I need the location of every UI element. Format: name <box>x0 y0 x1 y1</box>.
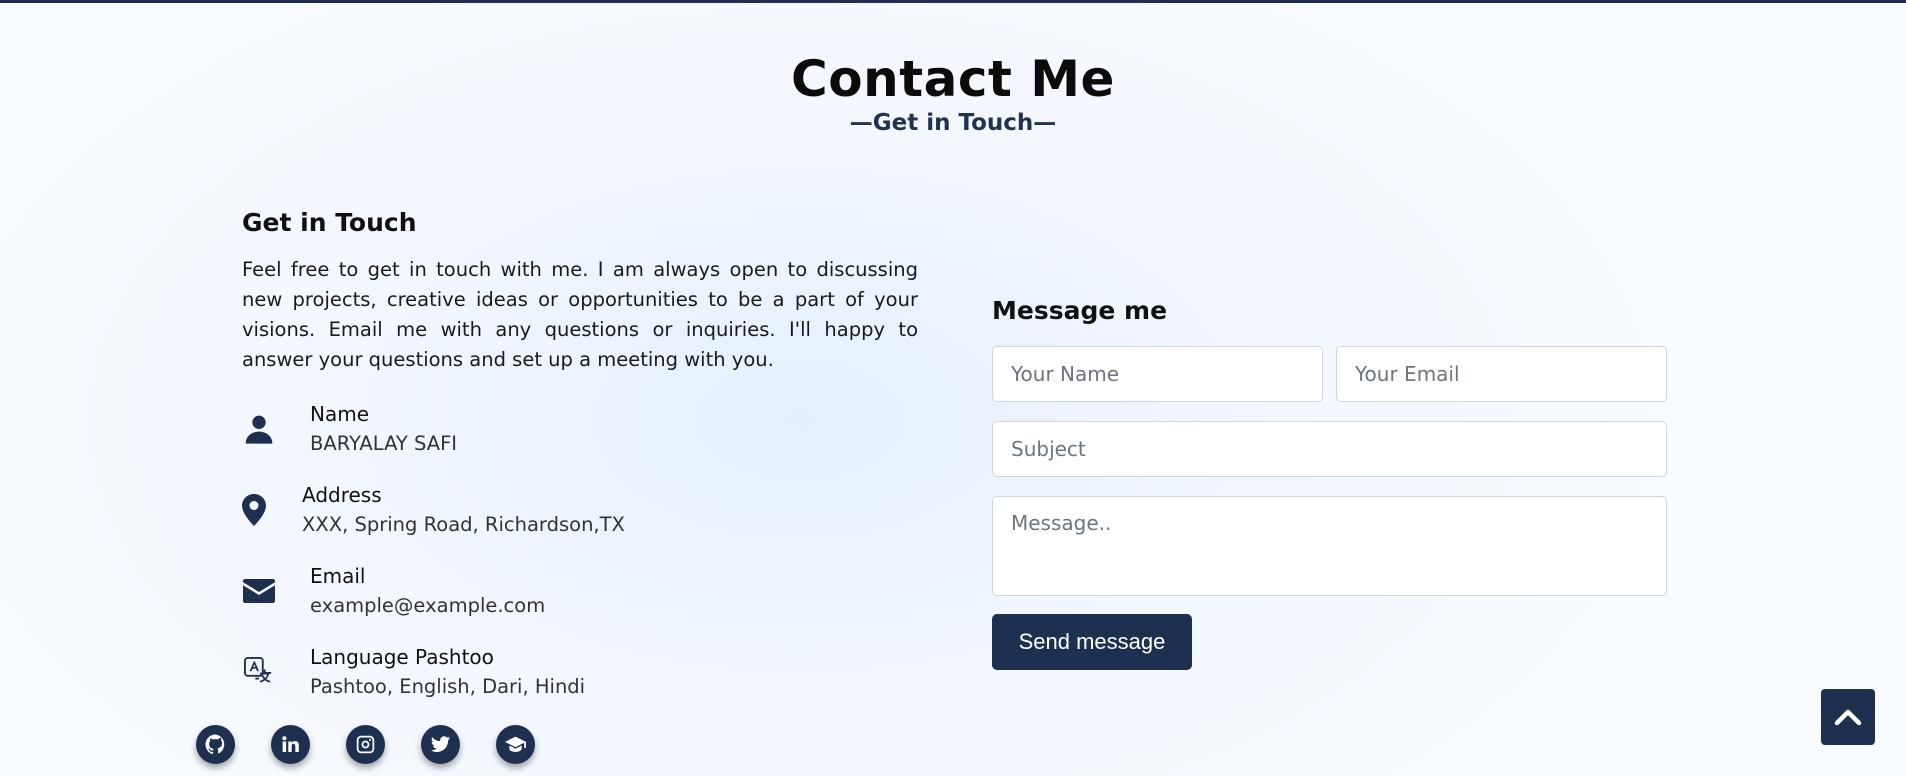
scroll-to-top-button[interactable] <box>1821 689 1875 745</box>
top-border <box>0 0 1906 3</box>
instagram-link[interactable] <box>346 725 385 764</box>
linkedin-icon <box>282 736 299 752</box>
info-value: BARYALAY SAFI <box>310 432 458 455</box>
github-icon <box>205 734 225 755</box>
message-form-heading: Message me <box>992 296 1168 325</box>
contact-intro-text: Feel free to get in touch with me. I am … <box>242 258 918 371</box>
name-input[interactable] <box>992 346 1323 402</box>
instagram-icon <box>356 735 375 754</box>
twitter-icon <box>430 736 451 752</box>
graduation-cap-icon <box>505 736 526 752</box>
info-label: Language Pashtoo <box>310 645 494 669</box>
twitter-link[interactable] <box>421 725 460 764</box>
info-item-address: Address XXX, Spring Road, Richardson,TX <box>242 483 625 536</box>
subject-input[interactable] <box>992 421 1667 477</box>
info-item-language: Language Pashtoo Pashtoo, English, Dari,… <box>242 645 585 698</box>
linkedin-link[interactable] <box>271 725 310 764</box>
contact-info-panel: Get in Touch Feel free to get in touch w… <box>242 208 918 375</box>
send-message-button[interactable]: Send message <box>992 614 1192 670</box>
info-value: XXX, Spring Road, Richardson,TX <box>302 513 625 536</box>
section-header: Contact Me —Get in Touch— <box>0 50 1906 136</box>
info-label: Name <box>310 402 370 426</box>
info-value: example@example.com <box>310 594 546 617</box>
info-item-email: Email example@example.com <box>242 564 545 617</box>
info-item-name: Name BARYALAY SAFI <box>242 402 457 455</box>
page-title: Contact Me <box>791 50 1115 108</box>
user-icon <box>242 412 276 446</box>
scholar-link[interactable] <box>496 725 535 764</box>
info-label: Email <box>310 564 366 588</box>
message-textarea[interactable] <box>992 496 1667 596</box>
language-icon <box>242 655 276 689</box>
map-marker-icon <box>242 493 266 527</box>
contact-info-heading: Get in Touch <box>242 208 417 237</box>
social-links <box>196 725 571 764</box>
email-input[interactable] <box>1336 346 1667 402</box>
message-form-panel: Message me <box>992 296 1667 325</box>
info-label: Address <box>302 483 382 507</box>
envelope-icon <box>242 574 276 608</box>
chevron-up-icon <box>1834 709 1862 726</box>
info-value: Pashtoo, English, Dari, Hindi <box>310 675 586 698</box>
page-subtitle: —Get in Touch— <box>849 110 1057 136</box>
github-link[interactable] <box>196 725 235 764</box>
